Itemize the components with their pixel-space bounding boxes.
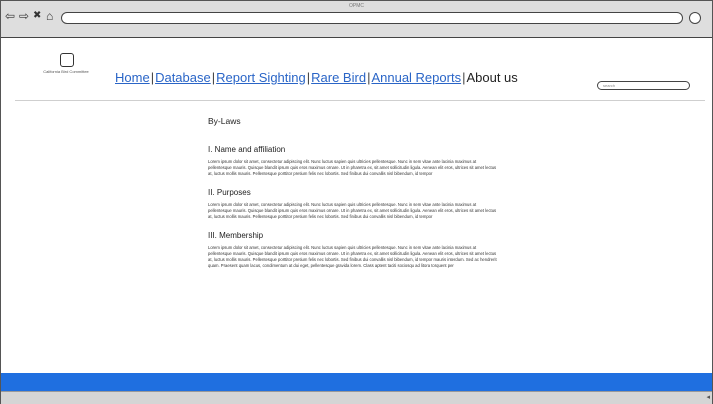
section-heading: III. Membership [208, 231, 264, 240]
site-footer [1, 373, 712, 391]
nav-annual-reports[interactable]: Annual Reports [371, 70, 461, 85]
main-nav: Home|Database|Report Sighting|Rare Bird|… [115, 70, 518, 85]
main-content: By-Laws I. Name and affiliation Lorem ip… [208, 116, 500, 293]
page-title: By-Laws [208, 116, 241, 126]
section-heading: I. Name and affiliation [208, 145, 286, 154]
status-bar: ◂ [1, 391, 712, 404]
search-input[interactable]: search [597, 81, 690, 90]
nav-rare-bird[interactable]: Rare Bird [311, 70, 366, 85]
nav-home[interactable]: Home [115, 70, 150, 85]
go-button[interactable] [689, 12, 701, 24]
scroll-arrow-icon[interactable]: ◂ [706, 393, 710, 401]
section-body: Lorem ipsum dolor sit amet, consectetur … [208, 245, 497, 268]
section-heading: II. Purposes [208, 188, 251, 197]
section-body: Lorem ipsum dolor sit amet, consectetur … [208, 202, 497, 219]
stop-icon[interactable]: ✖ [33, 10, 41, 22]
header-divider [15, 100, 705, 101]
nav-report-sighting[interactable]: Report Sighting [216, 70, 306, 85]
logo-icon[interactable] [60, 53, 74, 67]
home-icon[interactable]: ⌂ [46, 10, 53, 22]
forward-arrow-icon[interactable]: ⇨ [19, 10, 29, 22]
nav-about-us[interactable]: About us [466, 70, 517, 85]
site-header [1, 38, 712, 100]
section-body: Lorem ipsum dolor sit amet, consectetur … [208, 159, 497, 176]
window-title: OPMC [349, 3, 364, 9]
back-arrow-icon[interactable]: ⇦ [5, 10, 15, 22]
browser-toolbar: OPMC ⇦ ⇨ ✖ ⌂ [1, 1, 712, 38]
logo-text: California Bird Committee [43, 69, 89, 74]
browser-window: OPMC ⇦ ⇨ ✖ ⌂ California Bird Committee H… [0, 0, 713, 404]
address-bar[interactable] [61, 12, 683, 24]
nav-database[interactable]: Database [155, 70, 211, 85]
